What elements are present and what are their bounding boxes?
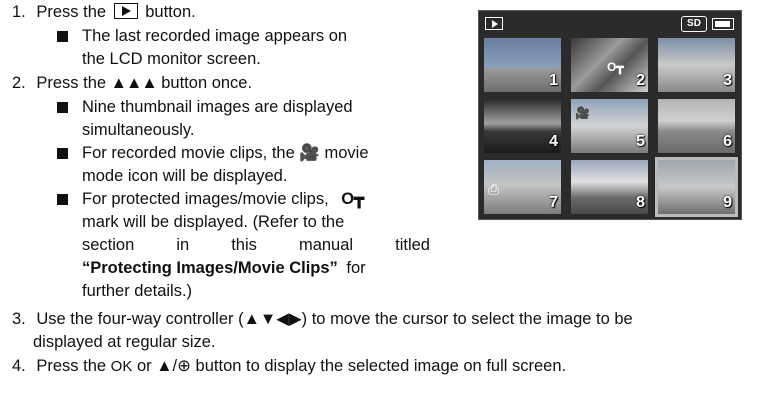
step-2-bullet-line: For protected images/movie clips, O┳ xyxy=(82,188,364,210)
protect-key-icon: O┳ xyxy=(607,60,624,74)
protect-key-icon: O┳ xyxy=(341,190,365,208)
thumbnail-number: 3 xyxy=(723,72,732,89)
ok-label: OK xyxy=(110,358,133,375)
step-2-bullet-line: simultaneously. xyxy=(82,121,195,139)
sd-card-icon: SD xyxy=(681,16,707,32)
step-text: Use the four-way controller (▲▼◀▶) to mo… xyxy=(36,310,633,328)
thumbnail[interactable]: 3 xyxy=(658,38,735,92)
thumbnail[interactable]: O┳ 2 xyxy=(571,38,648,92)
step-2-bullet-line: “Protecting Images/Movie Clips” for xyxy=(82,257,366,279)
step-2-bullet-line: Nine thumbnail images are displayed xyxy=(82,98,353,116)
thumbnail-number: 9 xyxy=(723,194,732,211)
thumbnail-number: 1 xyxy=(549,72,558,89)
step-number: 4. xyxy=(12,357,26,375)
thumbnail-number: 4 xyxy=(549,133,558,150)
step-4: 4. Press the OK or ▲/⊕ button to display… xyxy=(12,355,566,378)
step-2-bullet-line: section in this manual titled xyxy=(82,234,430,256)
thumbnail-icon: ▲▲▲ xyxy=(110,74,158,92)
step-1: 1. Press the button. xyxy=(12,1,196,23)
thumbnail-number: 5 xyxy=(636,133,645,150)
lcd-screen: SD 1 O┳ 2 3 4 🎥 5 6 ⎙ 7 8 9 xyxy=(478,10,742,220)
thumbnail[interactable]: 🎥 5 xyxy=(571,99,648,153)
step-2: 2. Press the ▲▲▲ button once. xyxy=(12,72,252,94)
step-number: 1. xyxy=(12,3,26,21)
thumbnail-number: 8 xyxy=(636,194,645,211)
thumbnail[interactable]: 8 xyxy=(571,160,648,214)
print-icon: ⎙ xyxy=(488,181,500,197)
step-text: for xyxy=(346,259,366,277)
step-text: For protected images/movie clips, xyxy=(82,190,329,208)
word: this xyxy=(231,236,257,254)
step-text: button. xyxy=(145,3,196,21)
movie-mode-icon: 🎥 xyxy=(299,144,320,162)
step-2-bullet-line: For recorded movie clips, the 🎥 movie xyxy=(82,142,369,164)
playback-arrow-icon xyxy=(492,20,498,28)
step-1-bullet-line: the LCD monitor screen. xyxy=(82,50,261,68)
step-text: Press the xyxy=(36,3,107,21)
movie-mode-icon: 🎥 xyxy=(575,106,590,120)
step-text: Press the xyxy=(36,74,107,92)
word: section xyxy=(82,236,135,254)
step-number: 2. xyxy=(12,74,26,92)
step-text: Press the xyxy=(36,357,107,375)
thumbnail[interactable]: ⎙ 7 xyxy=(484,160,561,214)
step-number: 3. xyxy=(12,310,26,328)
section-title: “Protecting Images/Movie Clips” xyxy=(82,259,338,277)
thumbnail-number: 2 xyxy=(636,72,645,89)
thumbnail-number: 7 xyxy=(549,194,558,211)
bullet-icon xyxy=(57,31,68,42)
bullet-icon xyxy=(57,194,68,205)
step-2-bullet-line: mode icon will be displayed. xyxy=(82,167,288,185)
word: in xyxy=(176,236,190,254)
bullet-icon xyxy=(57,102,68,113)
step-text: or xyxy=(136,357,152,375)
step-text: movie xyxy=(324,144,369,162)
step-text: button to display the selected image on … xyxy=(195,357,567,375)
step-3-line: displayed at regular size. xyxy=(33,333,216,351)
step-text: button once. xyxy=(161,74,253,92)
step-text: For recorded movie clips, the xyxy=(82,144,295,162)
word: manual xyxy=(298,236,354,254)
bullet-icon xyxy=(57,148,68,159)
thumbnail[interactable]: 6 xyxy=(658,99,735,153)
step-3: 3. Use the four-way controller (▲▼◀▶) to… xyxy=(12,308,633,330)
zoom-in-icon: ▲/⊕ xyxy=(156,357,191,375)
step-1-bullet-line: The last recorded image appears on xyxy=(82,27,348,45)
step-2-bullet-line: mark will be displayed. (Refer to the xyxy=(82,213,345,231)
thumbnail-selected[interactable]: 9 xyxy=(655,157,738,217)
thumbnail[interactable]: 1 xyxy=(484,38,561,92)
step-2-bullet-line: further details.) xyxy=(82,282,193,300)
playback-icon xyxy=(113,3,138,19)
word: titled xyxy=(395,236,430,254)
battery-level xyxy=(715,21,730,27)
thumbnail[interactable]: 4 xyxy=(484,99,561,153)
thumbnail-number: 6 xyxy=(723,133,732,150)
